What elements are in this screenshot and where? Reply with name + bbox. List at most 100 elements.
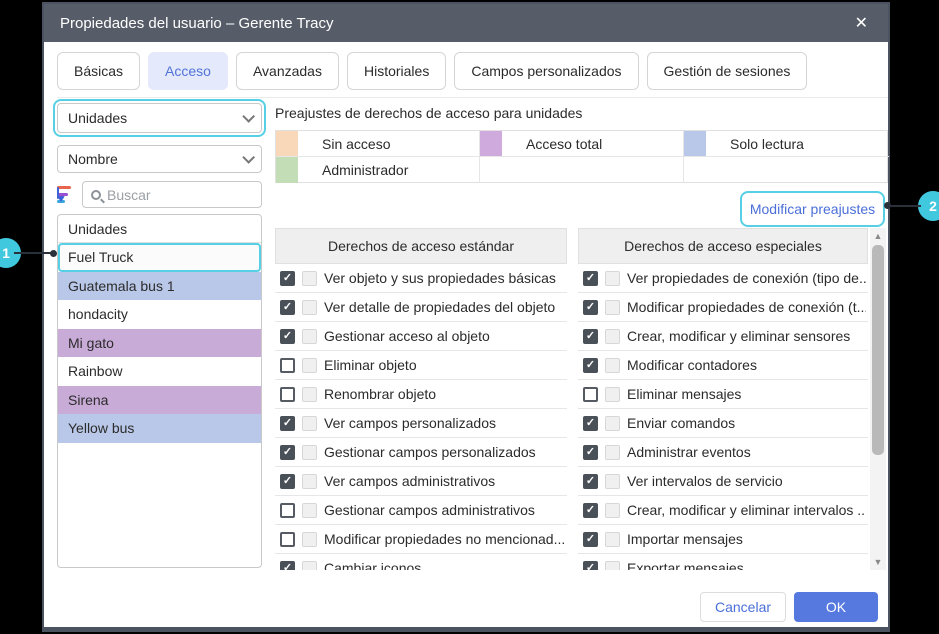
table-row: Modificar contadores xyxy=(578,351,868,380)
checkbox-secondary[interactable] xyxy=(302,503,317,518)
table-row: Ver detalle de propiedades del objeto xyxy=(275,293,567,322)
close-icon[interactable]: ✕ xyxy=(851,13,872,33)
checkbox[interactable] xyxy=(280,300,295,315)
table-row: Crear, modificar y eliminar sensores xyxy=(578,322,868,351)
checkbox[interactable] xyxy=(280,445,295,460)
list-item-guatemala-bus-1[interactable]: Guatemala bus 1 xyxy=(58,272,261,301)
checkbox[interactable] xyxy=(280,358,295,373)
checkbox-secondary[interactable] xyxy=(605,561,620,571)
list-item-sirena[interactable]: Sirena xyxy=(58,386,261,415)
scroll-down-icon[interactable]: ▼ xyxy=(870,554,886,570)
modify-presets-link[interactable]: Modificar preajustes xyxy=(750,201,875,217)
tab-gestion-de-sesiones[interactable]: Gestión de sesiones xyxy=(647,52,808,90)
list-item-yellow-bus[interactable]: Yellow bus xyxy=(58,414,261,443)
table-row: Ver campos personalizados xyxy=(275,409,567,438)
tab-label: Historiales xyxy=(364,63,429,79)
unit-list-header: Unidades xyxy=(58,215,261,243)
unit-label: hondacity xyxy=(68,306,128,322)
chevron-down-icon xyxy=(242,151,255,164)
checkbox-secondary[interactable] xyxy=(605,474,620,489)
checkbox[interactable] xyxy=(583,532,598,547)
checkbox[interactable] xyxy=(583,474,598,489)
right-label: Importar mensajes xyxy=(627,531,743,547)
checkbox-secondary[interactable] xyxy=(605,358,620,373)
table-row: Crear, modificar y eliminar intervalos .… xyxy=(578,496,868,525)
color-swatch xyxy=(480,131,502,156)
checkbox[interactable] xyxy=(280,416,295,431)
checkbox-secondary[interactable] xyxy=(302,329,317,344)
checkbox-secondary[interactable] xyxy=(302,445,317,460)
table-row: Gestionar acceso al objeto xyxy=(275,322,567,351)
scroll-up-icon[interactable]: ▲ xyxy=(870,228,886,244)
checkbox[interactable] xyxy=(280,532,295,547)
right-label: Eliminar mensajes xyxy=(627,386,741,402)
checkbox-secondary[interactable] xyxy=(302,561,317,571)
checkbox-secondary[interactable] xyxy=(605,445,620,460)
list-item-hondacity[interactable]: hondacity xyxy=(58,300,261,329)
checkbox[interactable] xyxy=(280,387,295,402)
sort-order-icon[interactable] xyxy=(57,185,79,205)
checkbox-secondary[interactable] xyxy=(605,503,620,518)
right-label: Eliminar objeto xyxy=(324,357,417,373)
list-item-mi-gato[interactable]: Mi gato xyxy=(58,329,261,358)
checkbox-secondary[interactable] xyxy=(605,416,620,431)
search-input[interactable] xyxy=(107,187,253,203)
ok-button[interactable]: OK xyxy=(794,592,878,622)
tab-label: Avanzadas xyxy=(253,63,322,79)
sort-by-value: Nombre xyxy=(68,151,242,167)
checkbox[interactable] xyxy=(280,271,295,286)
checkbox[interactable] xyxy=(280,474,295,489)
tab-historiales[interactable]: Historiales xyxy=(347,52,446,90)
checkbox-secondary[interactable] xyxy=(605,300,620,315)
checkbox[interactable] xyxy=(583,503,598,518)
checkbox[interactable] xyxy=(583,387,598,402)
checkbox-secondary[interactable] xyxy=(605,387,620,402)
checkbox-secondary[interactable] xyxy=(605,271,620,286)
chevron-down-icon xyxy=(242,110,255,123)
right-label: Cambiar iconos xyxy=(324,560,421,570)
checkbox[interactable] xyxy=(583,445,598,460)
scrollbar-thumb[interactable] xyxy=(872,245,884,455)
table-row: Importar mensajes xyxy=(578,525,868,554)
checkbox-secondary[interactable] xyxy=(302,300,317,315)
special-rights-list: Derechos de acceso especiales Ver propie… xyxy=(578,228,868,570)
tab-bar: Básicas Acceso Avanzadas Historiales Cam… xyxy=(57,52,807,90)
vertical-scrollbar[interactable]: ▲ ▼ xyxy=(870,228,886,570)
tab-avanzadas[interactable]: Avanzadas xyxy=(236,52,339,90)
right-label: Ver campos administrativos xyxy=(324,473,495,489)
item-type-select[interactable]: Unidades xyxy=(57,103,262,133)
right-label: Gestionar campos personalizados xyxy=(324,444,536,460)
tab-acceso[interactable]: Acceso xyxy=(148,52,228,90)
checkbox[interactable] xyxy=(583,329,598,344)
checkbox-secondary[interactable] xyxy=(605,329,620,344)
annotation-badge-2: 2 xyxy=(918,191,939,221)
right-label: Gestionar acceso al objeto xyxy=(324,328,490,344)
cancel-button[interactable]: Cancelar xyxy=(700,592,786,622)
tab-campos-personalizados[interactable]: Campos personalizados xyxy=(454,52,638,90)
legend-label: Solo lectura xyxy=(730,136,804,152)
presets-legend: Sin acceso Acceso total Solo lectura Adm… xyxy=(275,130,888,183)
checkbox-secondary[interactable] xyxy=(302,532,317,547)
checkbox[interactable] xyxy=(280,329,295,344)
checkbox[interactable] xyxy=(583,271,598,286)
checkbox[interactable] xyxy=(583,358,598,373)
checkbox[interactable] xyxy=(583,561,598,571)
checkbox-secondary[interactable] xyxy=(302,387,317,402)
list-item-rainbow[interactable]: Rainbow xyxy=(58,357,261,386)
tab-label: Gestión de sesiones xyxy=(664,63,791,79)
checkbox-secondary[interactable] xyxy=(302,358,317,373)
table-row: Modificar propiedades de conexión (t... xyxy=(578,293,868,322)
checkbox[interactable] xyxy=(583,416,598,431)
standard-rights-header: Derechos de acceso estándar xyxy=(275,228,567,264)
list-item-fuel-truck[interactable]: Fuel Truck xyxy=(58,243,261,272)
sort-by-select[interactable]: Nombre xyxy=(57,145,262,173)
checkbox-secondary[interactable] xyxy=(302,474,317,489)
checkbox-secondary[interactable] xyxy=(302,271,317,286)
checkbox[interactable] xyxy=(280,503,295,518)
annotation-1-dot xyxy=(50,250,57,257)
tab-basicas[interactable]: Básicas xyxy=(57,52,140,90)
checkbox[interactable] xyxy=(280,561,295,571)
checkbox-secondary[interactable] xyxy=(605,532,620,547)
checkbox[interactable] xyxy=(583,300,598,315)
checkbox-secondary[interactable] xyxy=(302,416,317,431)
